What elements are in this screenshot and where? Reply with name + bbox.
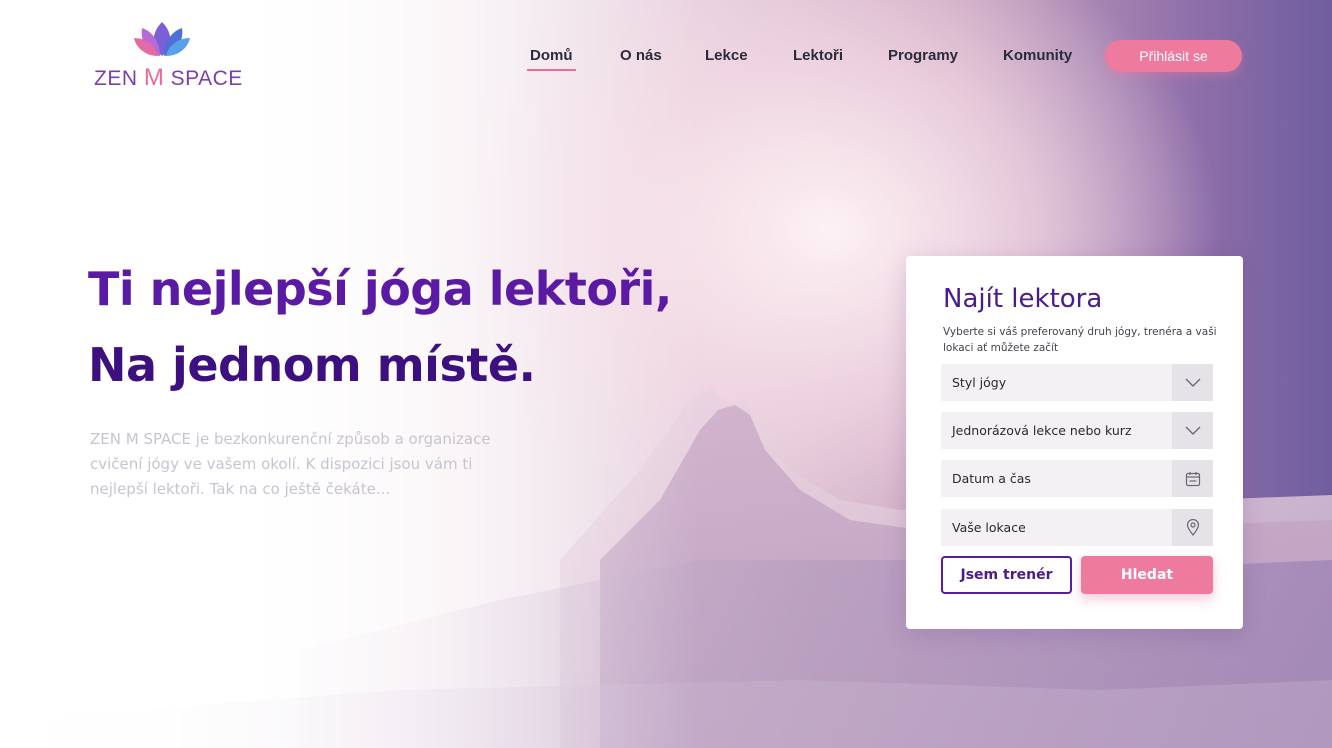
search-button[interactable]: Hledat bbox=[1081, 556, 1213, 594]
nav-item-domu[interactable]: Domů bbox=[527, 47, 575, 71]
card-subtitle: Vyberte si váš preferovaný druh jógy, tr… bbox=[943, 326, 1217, 354]
chevron-down-icon[interactable] bbox=[1172, 412, 1213, 449]
hero-title-line2: Na jednom místě. bbox=[88, 338, 536, 392]
location-field[interactable]: Vaše lokace bbox=[941, 509, 1213, 546]
location-label: Vaše lokace bbox=[952, 520, 1026, 535]
login-button[interactable]: Přihlásit se bbox=[1105, 40, 1242, 72]
location-pin-icon[interactable] bbox=[1172, 509, 1213, 546]
nav-item-programy[interactable]: Programy bbox=[888, 47, 958, 64]
i-am-trainer-button[interactable]: Jsem trenér bbox=[941, 556, 1072, 594]
nav-item-lekce[interactable]: Lekce bbox=[705, 47, 748, 64]
calendar-icon[interactable] bbox=[1172, 460, 1213, 497]
hero-description: ZEN M SPACE je bezkonkurenční způsob a o… bbox=[90, 430, 491, 498]
date-time-field[interactable]: Datum a čas bbox=[941, 460, 1213, 497]
card-title: Najít lektora bbox=[943, 284, 1103, 314]
date-time-label: Datum a čas bbox=[952, 471, 1031, 486]
nav-item-komunity[interactable]: Komunity bbox=[1003, 47, 1072, 64]
chevron-down-icon[interactable] bbox=[1172, 364, 1213, 401]
lesson-type-label: Jednorázová lekce nebo kurz bbox=[952, 423, 1132, 438]
lesson-type-select[interactable]: Jednorázová lekce nebo kurz bbox=[941, 412, 1213, 449]
nav-item-lektori[interactable]: Lektoři bbox=[793, 47, 843, 64]
yoga-style-select[interactable]: Styl jógy bbox=[941, 364, 1213, 401]
yoga-style-label: Styl jógy bbox=[952, 375, 1007, 390]
hero-title-line1: Ti nejlepší jóga lektoři, bbox=[88, 262, 672, 316]
find-instructor-card: Najít lektora Vyberte si váš preferovaný… bbox=[906, 256, 1243, 629]
nav-item-o-nas[interactable]: O nás bbox=[620, 47, 662, 64]
